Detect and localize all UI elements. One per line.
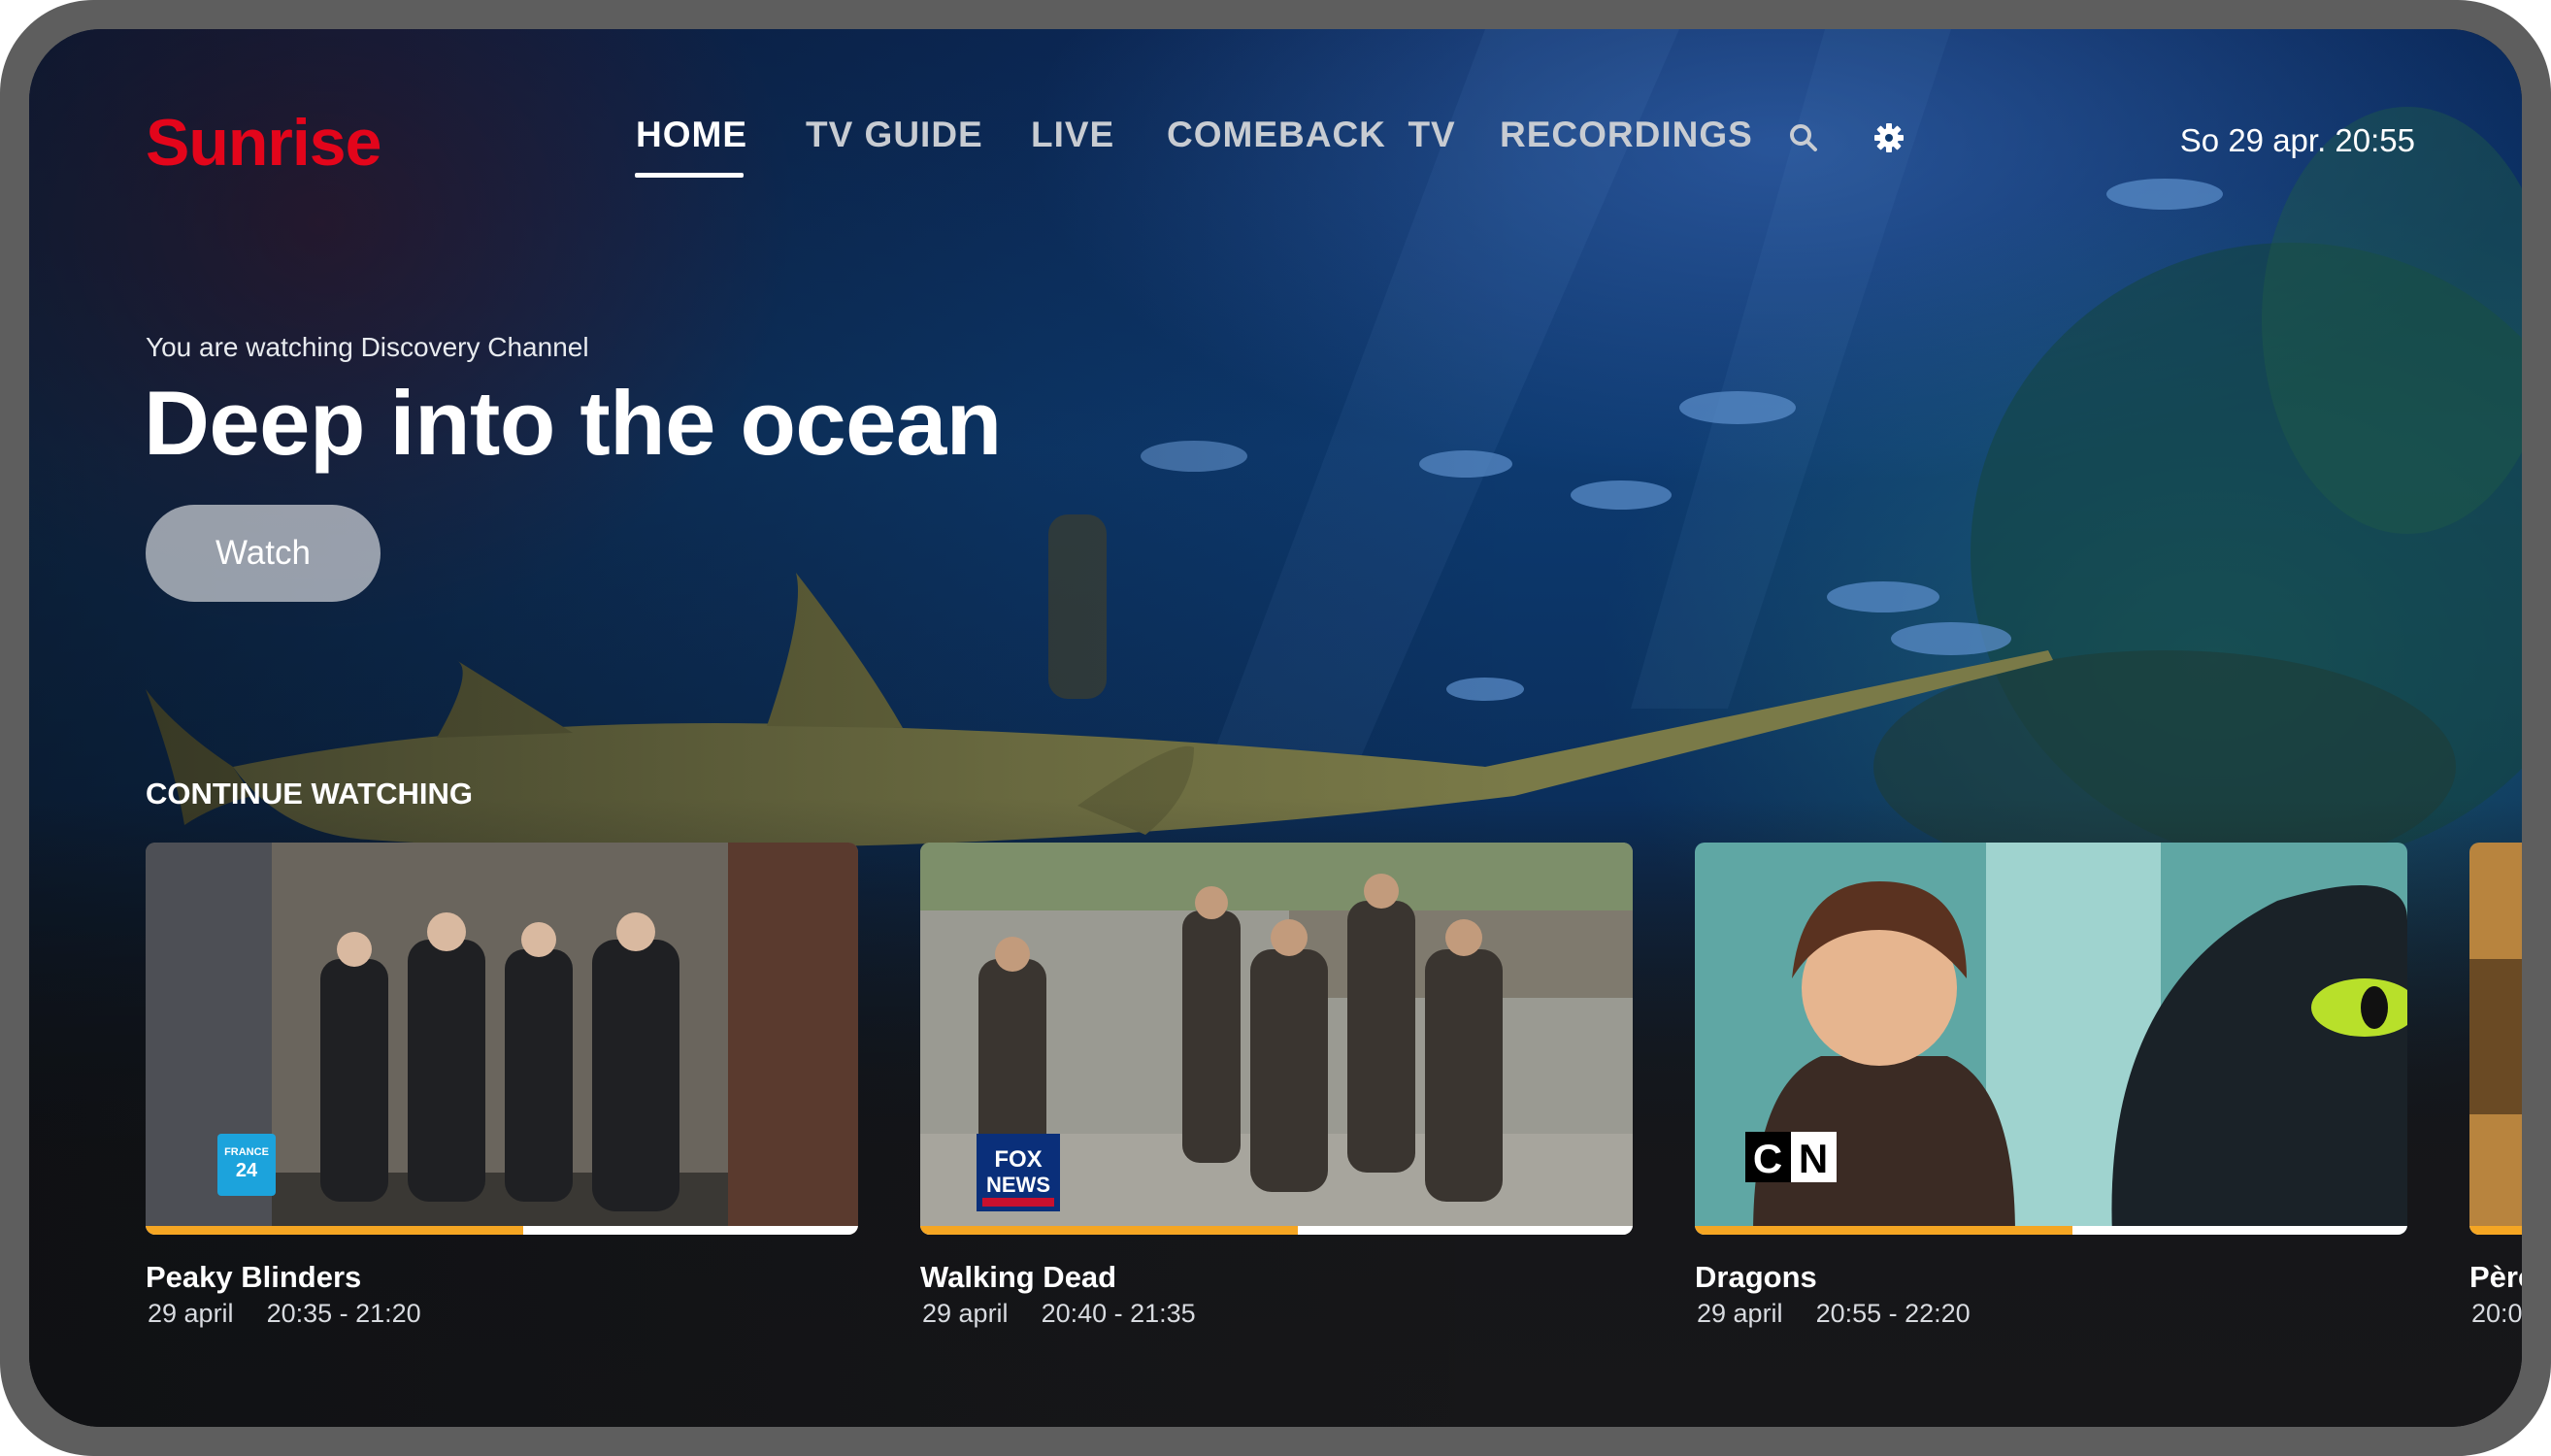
card-title: Walking Dead [920, 1260, 1117, 1294]
card-date: 29 april [148, 1299, 234, 1328]
nav-recordings[interactable]: RECORDINGS [1500, 115, 1753, 155]
svg-text:FRANCE: FRANCE [224, 1146, 269, 1158]
progress-fill [920, 1226, 1299, 1235]
progress-fill [146, 1226, 524, 1235]
card-thumbnail: FRANCE 24 [146, 843, 858, 1235]
card-date: 29 april [1697, 1299, 1783, 1328]
continue-watching-rail: FRANCE 24 Peaky Blinders 29 april 20:35 -… [29, 843, 2522, 1347]
card-date: 20:0 [2471, 1299, 2522, 1328]
progress-bar [920, 1226, 1633, 1235]
progress-bar [146, 1226, 858, 1235]
card-meta: 29 april 20:55 - 22:20 [1697, 1299, 1971, 1329]
card-image [2469, 843, 2522, 1235]
nav-active-indicator [635, 173, 744, 178]
card-thumbnail: FOX NEWS [920, 843, 1633, 1235]
nav-comeback-tv[interactable]: COMEBACK TV [1167, 115, 1456, 155]
svg-text:24: 24 [236, 1160, 258, 1181]
svg-text:C: C [1753, 1136, 1782, 1181]
card-thumbnail: C N [1695, 843, 2407, 1235]
progress-fill [1695, 1226, 2073, 1235]
tv-screen: Sunrise HOME TV GUIDE LIVE COMEBACK TV R… [29, 29, 2522, 1427]
nav-tv-guide[interactable]: TV GUIDE [806, 115, 983, 155]
card-time: 20:55 - 22:20 [1815, 1299, 1971, 1328]
progress-bar [2469, 1226, 2522, 1235]
gear-icon[interactable] [1870, 118, 1908, 157]
card-meta: 29 april 20:35 - 21:20 [148, 1299, 421, 1329]
card-meta: 20:0 [2471, 1299, 2522, 1329]
watch-button[interactable]: Watch [146, 505, 381, 602]
progress-bar [1695, 1226, 2407, 1235]
continue-watching-card[interactable]: Père 20:0 [2469, 843, 2522, 1328]
svg-text:FOX: FOX [994, 1146, 1042, 1173]
card-time: 20:40 - 21:35 [1041, 1299, 1196, 1328]
nav-home[interactable]: HOME [636, 115, 747, 155]
continue-watching-card[interactable]: FRANCE 24 Peaky Blinders 29 april 20:35 -… [146, 843, 858, 1328]
svg-text:N: N [1799, 1136, 1828, 1181]
clock-datetime: So 29 apr. 20:55 [2179, 122, 2415, 158]
card-meta: 29 april 20:40 - 21:35 [922, 1299, 1196, 1329]
sunrise-logo[interactable]: Sunrise [146, 105, 381, 181]
continue-watching-card[interactable]: C N Dragons 29 april 20:55 - 22:20 [1695, 843, 2407, 1328]
hero-title: Deep into the ocean [144, 372, 1002, 474]
card-title: Dragons [1695, 1260, 1817, 1294]
card-date: 29 april [922, 1299, 1009, 1328]
continue-watching-heading: CONTINUE WATCHING [146, 777, 473, 811]
card-thumbnail [2469, 843, 2522, 1235]
continue-watching-card[interactable]: FOX NEWS Walking Dead 29 april 20:40 - 21… [920, 843, 1633, 1328]
progress-fill [2469, 1226, 2522, 1235]
now-watching-label: You are watching Discovery Channel [146, 332, 589, 362]
card-title: Père [2469, 1260, 2522, 1294]
card-title: Peaky Blinders [146, 1260, 362, 1294]
search-icon[interactable] [1784, 118, 1823, 157]
card-time: 20:35 - 21:20 [266, 1299, 421, 1328]
svg-text:NEWS: NEWS [986, 1173, 1050, 1197]
nav-live[interactable]: LIVE [1031, 115, 1114, 155]
